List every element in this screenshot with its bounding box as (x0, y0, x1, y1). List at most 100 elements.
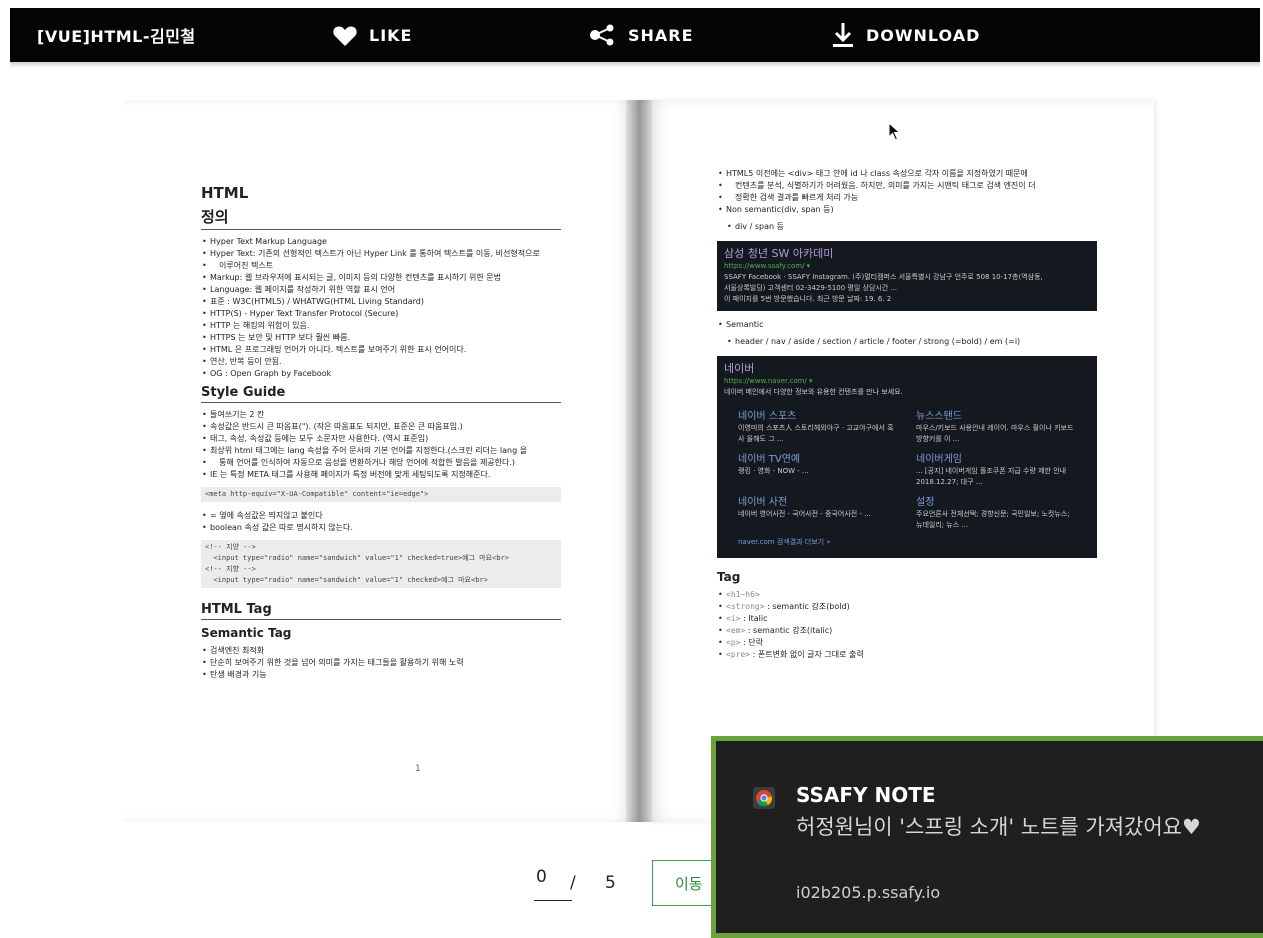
like-button[interactable]: LIKE (333, 8, 412, 62)
definition-list: Hyper Text Markup Language Hyper Text: 기… (201, 236, 561, 380)
result-url: https://www.ssafy.com/ ▾ (724, 262, 811, 270)
inline-code: <em> (726, 626, 746, 635)
page-number: 1 (415, 764, 421, 774)
chrome-icon (753, 787, 775, 809)
semantic-list: Semantic (717, 319, 1097, 331)
share-label: SHARE (628, 25, 694, 45)
code-block-meta: <meta http-equiv="X-UA-Compatible" conte… (201, 487, 561, 502)
sitelink-title: 뉴스스탠드 (916, 411, 962, 422)
list-item: boolean 속성 값은 따로 명시하지 않는다. (201, 522, 561, 534)
inline-code: <p> (726, 638, 741, 647)
inline-code: <h1~h6> (726, 590, 760, 599)
list-item: HTTP 는 해킹의 위험이 있음. (201, 320, 561, 332)
book-spine (626, 100, 652, 822)
result-line: 서울상록빌딩) 고객센터 02-3429-5100 평일 상담시간 ... (724, 284, 898, 292)
list-item: HTML 은 프로그래밍 언어가 아니다. 텍스트를 보여주기 위한 표시 언어… (201, 344, 561, 356)
list-item: <pre> : 폰트변화 없이 글자 그대로 출력 (717, 649, 1097, 661)
list-item: HTTPS 는 보안 및 HTTP 보다 훨씬 빠름. (201, 332, 561, 344)
result-title: 삼성 청년 SW 아카데미 (724, 247, 834, 260)
list-item: <strong> : semantic 강조(bold) (717, 601, 1097, 613)
list-item: Markup: 웹 브라우저에 표시되는 글, 이미지 등의 다양한 컨텐츠를 … (201, 272, 561, 284)
result-desc: 네이버 메인에서 다양한 정보와 유용한 컨텐츠를 만나 보세요. (724, 388, 903, 396)
heading-html-tag: HTML Tag (201, 602, 561, 620)
sitelink-title: 네이버 사전 (738, 497, 788, 508)
list-item: <h1~h6> (717, 589, 1097, 601)
list-item: = 옆에 속성값은 띄지않고 붙인다 (201, 510, 561, 522)
list-item: Hyper Text Markup Language (201, 236, 561, 248)
semantic-list: 검색엔진 최적화 단순히 보여주기 위한 것을 넘어 의미를 가지는 태그들을 … (201, 645, 561, 681)
sitelink-title: 네이버게임 (916, 454, 962, 465)
notification-body: SSAFY NOTE 허정원님이 '스프링 소개' 노트를 가져갔어요♥ i02… (716, 741, 1263, 933)
list-item: div / span 등 (717, 221, 1097, 233)
share-button[interactable]: SHARE (590, 8, 694, 62)
left-page-content: HTML 정의 Hyper Text Markup Language Hyper… (201, 184, 561, 686)
top-bar: [VUE]HTML-김민철 LIKE SHARE DOWNLOAD (10, 8, 1260, 62)
list-item-continued: 정확한 검색 결과를 빠르게 처리 가능 (717, 192, 1097, 204)
mouse-cursor-icon (888, 122, 901, 141)
sitelink: 네이버게임 ... [공지] 네이버게임 폴조쿠폰 지급 수량 제한 안내 201… (916, 453, 1076, 488)
ssafy-search-result: 삼성 청년 SW 아카데미 https://www.ssafy.com/ ▾ S… (717, 241, 1097, 311)
item-text: : semantic 강조(bold) (764, 602, 850, 611)
list-item: HTTP(S) - Hyper Text Transfer Protocol (… (201, 308, 561, 320)
list-item: 속성값은 반드시 큰 따옴표("). (작은 따옴표도 되지만, 표준은 큰 따… (201, 421, 561, 433)
item-text: : 단락 (740, 638, 763, 647)
list-item: Hyper Text: 기존의 선형적인 텍스트가 아닌 Hyper Link … (201, 248, 561, 260)
download-label: DOWNLOAD (866, 25, 981, 45)
attribute-list: = 옆에 속성값은 띄지않고 붙인다 boolean 속성 값은 따로 명시하지… (201, 510, 561, 534)
style-guide-list: 들여쓰기는 2 칸 속성값은 반드시 큰 따옴표("). (작은 따옴표도 되지… (201, 409, 561, 481)
item-text: : semantic 강조(italic) (745, 626, 833, 635)
share-icon (590, 24, 614, 46)
list-item: 태그, 속성, 속성값 등에는 모두 소문자만 사용한다. (역시 표준임) (201, 433, 561, 445)
sitelink-desc: 마우스/키보드 사용안내 레이어. 마우스 휠이나 키보드 방향키를 이 ... (916, 424, 1074, 443)
sitelink: 설정주요언론사 전체선택; 경향신문; 국민일보; 노컷뉴스; 뉴데일리; 뉴스… (916, 496, 1076, 531)
sitelink-title: 네이버 TV연예 (738, 454, 801, 465)
sitelink-title: 설정 (916, 497, 935, 508)
list-item: Language: 웹 페이지를 작성하기 위한 역할 표시 언어 (201, 284, 561, 296)
book-page-left[interactable]: HTML 정의 Hyper Text Markup Language Hyper… (123, 100, 639, 822)
item-text: : 폰트변화 없이 글자 그대로 출력 (750, 650, 864, 659)
sitelink: 네이버 사전네이버 영어사전 - 국어사전 - 중국어사전 - ... (738, 496, 898, 531)
heading-html: HTML (201, 184, 249, 202)
list-item: Semantic (717, 319, 1097, 331)
download-icon (833, 23, 853, 47)
inline-code: <strong> (726, 602, 765, 611)
document-title: [VUE]HTML-김민철 (37, 27, 196, 46)
list-item-continued: 이루어진 텍스트 (201, 260, 561, 272)
sitelink-title: 네이버 스포츠 (738, 411, 797, 422)
list-item: 탄생 배경과 기능 (201, 669, 561, 681)
sitelink-desc: 주요언론사 전체선택; 경향신문; 국민일보; 노컷뉴스; 뉴데일리; 뉴스 .… (916, 510, 1070, 529)
result-line: SSAFY Facebook · SSAFY Instagram. (주)멀티캠… (724, 273, 1043, 281)
list-item: IE 는 특정 META 태그를 사용해 페이지가 특정 버전에 맞게 세팅되도… (201, 469, 561, 481)
intro-sublist: div / span 등 (717, 221, 1097, 233)
list-item-continued: 통해 언어를 인식하여 자동으로 음성을 변환하거나 해당 언어에 적합한 발음… (201, 457, 561, 469)
notification-source: i02b205.p.ssafy.io (796, 883, 941, 902)
page-total: 5 (605, 873, 616, 893)
heading-definition: 정의 (201, 206, 561, 230)
result-more-link: naver.com 검색결과 더보기 » (738, 538, 831, 546)
heading-style-guide: Style Guide (201, 385, 561, 403)
right-page-content: HTML5 이전에는 <div> 태그 안에 id 나 class 속성으로 각… (717, 168, 1097, 666)
sitelink-desc: 랭킹 · 영화 - NOW - ... (738, 467, 809, 475)
like-label: LIKE (369, 25, 413, 45)
list-item: 최상위 html 태그에는 lang 속성을 주어 문서의 기본 언어를 지정한… (201, 445, 561, 457)
list-item: 검색엔진 최적화 (201, 645, 561, 657)
book-page-right[interactable]: HTML5 이전에는 <div> 태그 안에 id 나 class 속성으로 각… (639, 100, 1154, 822)
sitelink-desc: 네이버 영어사전 - 국어사전 - 중국어사전 - ... (738, 510, 871, 518)
notification-toast[interactable]: SSAFY NOTE 허정원님이 '스프링 소개' 노트를 가져갔어요♥ i02… (711, 736, 1263, 938)
list-item: <i> : Italic (717, 613, 1097, 625)
list-item: <em> : semantic 강조(italic) (717, 625, 1097, 637)
item-text: : Italic (740, 614, 768, 623)
sitelinks-grid: 네이버 스포츠이영미의 스포츠人 스토리헤외야구 · 고교야구에서 혹사 올해도… (738, 410, 1076, 531)
result-title: 네이버 (724, 362, 755, 375)
result-url: https://www.naver.com/ ▾ (724, 377, 813, 385)
top-bar-shadow (10, 62, 1260, 68)
semantic-sublist: header / nav / aside / section / article… (717, 336, 1097, 348)
sitelink-desc: 이영미의 스포츠人 스토리헤외야구 · 고교야구에서 혹사 올해도 그 ... (738, 424, 894, 443)
list-item: 표준 : W3C(HTML5) / WHATWG(HTML Living Sta… (201, 296, 561, 308)
page-input[interactable]: 0 (534, 867, 572, 901)
list-item: 들여쓰기는 2 칸 (201, 409, 561, 421)
list-item: <p> : 단락 (717, 637, 1097, 649)
sitelink: 네이버 스포츠이영미의 스포츠人 스토리헤외야구 · 고교야구에서 혹사 올해도… (738, 410, 898, 445)
download-button[interactable]: DOWNLOAD (832, 8, 980, 62)
list-item: 연산, 반복 등이 안됨. (201, 356, 561, 368)
